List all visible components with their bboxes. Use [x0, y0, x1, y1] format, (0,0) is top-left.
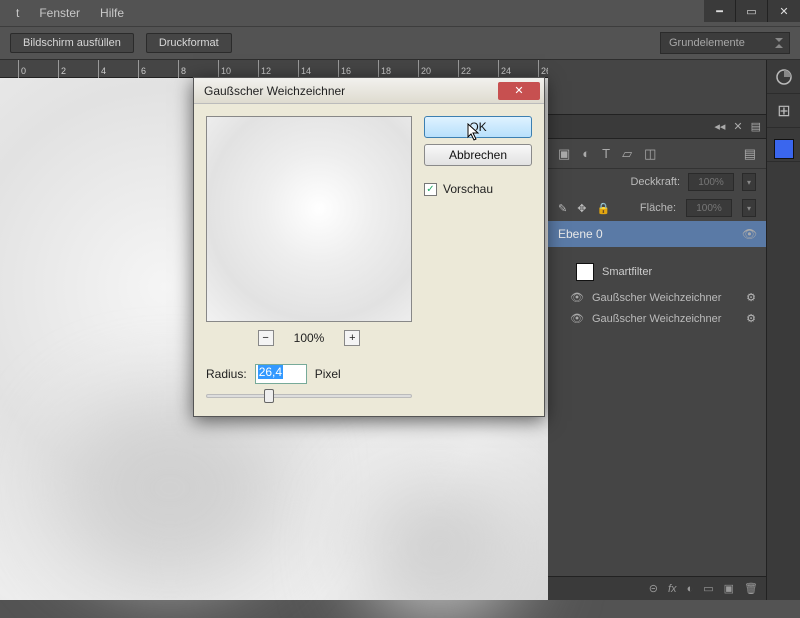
radius-label: Radius: [206, 367, 247, 381]
filter-mask-thumb[interactable] [576, 263, 594, 281]
ruler-tick: 2 [61, 66, 66, 76]
layer-name: Ebene 0 [558, 227, 603, 241]
opacity-label: Deckkraft: [630, 176, 680, 188]
new-layer-icon[interactable]: ▣ [724, 582, 734, 595]
preview-checkbox-label: Vorschau [443, 182, 493, 196]
filter-adjust-icon[interactable]: ◐ [582, 146, 590, 161]
cancel-button[interactable]: Abbrechen [424, 144, 532, 166]
zoom-out-button[interactable]: − [258, 330, 274, 346]
lock-brush-icon[interactable]: ✎ [558, 202, 567, 215]
fill-screen-button[interactable]: Bildschirm ausfüllen [10, 33, 134, 53]
panel-close-icon[interactable]: ✕ [733, 120, 742, 133]
visibility-icon[interactable]: 👁 [742, 227, 756, 241]
filter-image-icon[interactable]: ▣ [558, 146, 570, 162]
mask-icon[interactable]: ◐ [687, 583, 694, 595]
ruler-tick: 6 [141, 66, 146, 76]
lock-all-icon[interactable]: 🔒 [596, 202, 610, 215]
filter-name: Gaußscher Weichzeichner [592, 313, 721, 325]
filter-preview[interactable] [206, 116, 412, 322]
layer-row-active[interactable]: Ebene 0 👁 [548, 221, 766, 247]
filter-options-icon[interactable]: ⚙ [746, 312, 756, 325]
gaussian-blur-dialog: Gaußscher Weichzeichner ✕ − 100% + Radiu… [193, 77, 545, 417]
radius-row: Radius: 26,4 Pixel [206, 364, 412, 384]
ok-button[interactable]: OK [424, 116, 532, 138]
print-format-button[interactable]: Druckformat [146, 33, 232, 53]
preview-checkbox[interactable]: ✓ [424, 183, 437, 196]
ruler-tick: 8 [181, 66, 186, 76]
opacity-row: Deckkraft: 100% [548, 169, 766, 195]
zoom-controls: − 100% + [206, 330, 412, 346]
ruler-tick: 4 [101, 66, 106, 76]
panel-collapse-icon[interactable]: ◂◂ [714, 120, 725, 133]
radius-unit: Pixel [315, 367, 341, 381]
filter-smart-icon[interactable]: ◫ [644, 146, 656, 162]
dialog-title: Gaußscher Weichzeichner [204, 84, 345, 98]
ruler-tick: 18 [381, 66, 391, 76]
visibility-icon[interactable]: 👁 [570, 291, 584, 304]
maximize-button[interactable]: ▭ [736, 0, 768, 22]
ruler-tick: 16 [341, 66, 351, 76]
ruler-tick: 20 [421, 66, 431, 76]
layers-panel-footer: ⊝ fx ◐ ▭ ▣ 🗑 [548, 576, 766, 600]
right-panel-column: ⊞ ◂◂ ✕ ▤ ▣ ◐ T ▱ ◫ ▤ Deckkraft: 100% ✎ ✥… [548, 60, 800, 600]
filter-entry-2[interactable]: 👁 Gaußscher Weichzeichner ⚙ [548, 308, 766, 329]
ruler-tick: 22 [461, 66, 471, 76]
tool-presets-icon[interactable]: ⊞ [767, 94, 800, 128]
ruler-tick: 12 [261, 66, 271, 76]
ruler-tick: 24 [501, 66, 511, 76]
filter-shape-icon[interactable]: ▱ [622, 146, 632, 162]
link-layers-icon[interactable]: ⊝ [649, 582, 658, 595]
window-controls: ━ ▭ ✕ [704, 0, 800, 22]
dialog-close-button[interactable]: ✕ [498, 82, 540, 100]
lock-move-icon[interactable]: ✥ [577, 202, 586, 215]
smartfilter-row[interactable]: Smartfilter [548, 257, 766, 287]
dialog-titlebar[interactable]: Gaußscher Weichzeichner ✕ [194, 78, 544, 104]
filter-type-icon[interactable]: T [602, 146, 610, 161]
layers-panel: ◂◂ ✕ ▤ ▣ ◐ T ▱ ◫ ▤ Deckkraft: 100% ✎ ✥ 🔒… [548, 114, 766, 600]
trash-icon[interactable]: 🗑 [744, 582, 758, 595]
lock-row: ✎ ✥ 🔒 Fläche: 100% [548, 195, 766, 221]
menu-bar: t Fenster Hilfe [0, 0, 800, 26]
menu-item-truncated[interactable]: t [6, 6, 29, 20]
filter-options-icon[interactable]: ⚙ [746, 291, 756, 304]
zoom-value: 100% [294, 331, 325, 345]
fill-value[interactable]: 100% [686, 199, 732, 217]
visibility-icon[interactable]: 👁 [570, 312, 584, 325]
panel-tab-bar: ◂◂ ✕ ▤ [548, 115, 766, 139]
smartfilter-label: Smartfilter [602, 266, 652, 278]
opacity-value[interactable]: 100% [688, 173, 734, 191]
fill-label: Fläche: [640, 202, 676, 214]
zoom-in-button[interactable]: + [344, 330, 360, 346]
layer-filter-row: ▣ ◐ T ▱ ◫ ▤ [548, 139, 766, 169]
filter-name: Gaußscher Weichzeichner [592, 292, 721, 304]
workspace-preset-dropdown[interactable]: Grundelemente [660, 32, 790, 54]
color-panel-icon[interactable] [767, 60, 800, 94]
ruler-tick: 0 [21, 66, 26, 76]
radius-input[interactable]: 26,4 [255, 364, 307, 384]
slider-thumb[interactable] [264, 389, 274, 403]
collapsed-panel-dock: ⊞ [766, 60, 800, 600]
menu-item-hilfe[interactable]: Hilfe [90, 6, 134, 20]
fill-dropdown[interactable] [742, 199, 756, 217]
opacity-dropdown[interactable] [742, 173, 756, 191]
close-button[interactable]: ✕ [768, 0, 800, 22]
new-group-icon[interactable]: ▭ [703, 582, 713, 595]
fx-icon[interactable]: fx [668, 583, 677, 595]
menu-item-fenster[interactable]: Fenster [29, 6, 90, 20]
radius-slider[interactable] [206, 394, 412, 398]
ruler-tick: 14 [301, 66, 311, 76]
preview-checkbox-row[interactable]: ✓ Vorschau [424, 182, 532, 196]
ruler-tick: 10 [221, 66, 231, 76]
filter-entry-1[interactable]: 👁 Gaußscher Weichzeichner ⚙ [548, 287, 766, 308]
panel-menu-icon[interactable]: ▤ [751, 120, 760, 133]
panel-menu-icon-2[interactable]: ▤ [744, 146, 756, 162]
options-bar: Bildschirm ausfüllen Druckformat Grundel… [0, 26, 800, 60]
minimize-button[interactable]: ━ [704, 0, 736, 22]
swatch-icon[interactable] [767, 128, 800, 162]
